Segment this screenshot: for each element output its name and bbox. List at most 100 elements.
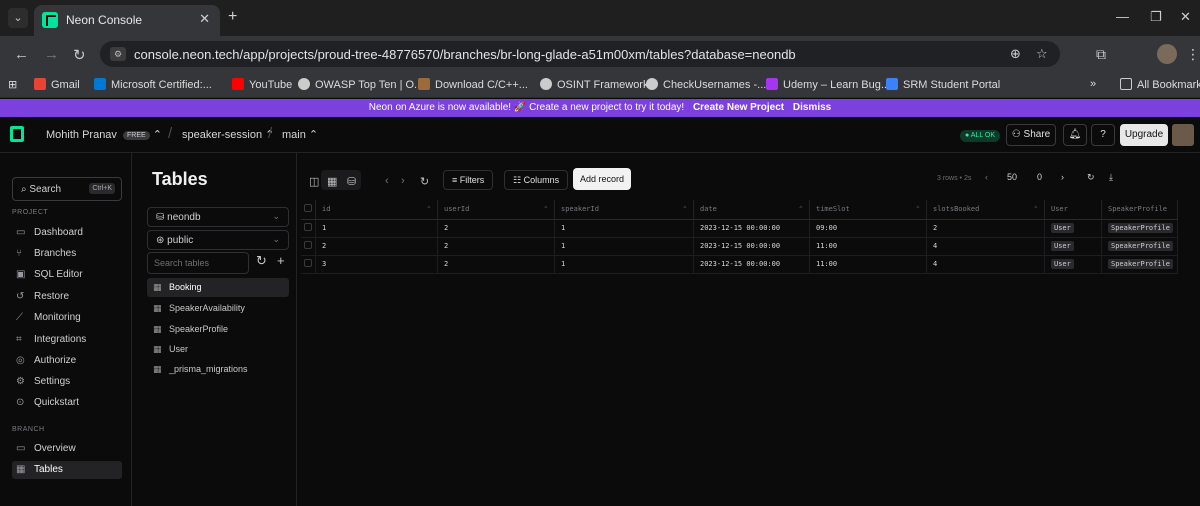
restore-icon[interactable]: ❐ bbox=[1150, 9, 1162, 25]
row-checkbox[interactable] bbox=[304, 241, 312, 249]
close-window-icon[interactable]: ✕ bbox=[1180, 9, 1191, 25]
grid-view-icon[interactable]: ▦ bbox=[327, 175, 337, 188]
cell-speakerid[interactable]: 1 bbox=[554, 255, 694, 274]
row-select-cell[interactable] bbox=[301, 219, 316, 238]
sidebar-item-restore[interactable]: ↺ Restore bbox=[12, 288, 122, 306]
browser-tab[interactable]: Neon Console ✕ bbox=[34, 5, 220, 36]
add-table-icon[interactable]: + bbox=[277, 253, 285, 268]
user-relation-link[interactable]: User bbox=[1051, 223, 1074, 233]
reload-grid-icon[interactable]: ↻ bbox=[1087, 172, 1095, 183]
url-text[interactable]: console.neon.tech/app/projects/proud-tre… bbox=[134, 47, 796, 62]
row-checkbox[interactable] bbox=[304, 259, 312, 267]
tab-close-icon[interactable]: ✕ bbox=[199, 11, 210, 27]
sort-icon[interactable]: ⌃ bbox=[916, 205, 920, 213]
bookmark-download-cpp[interactable]: Download C/C++... bbox=[418, 78, 528, 91]
all-bookmarks-folder[interactable]: All Bookmarks bbox=[1120, 78, 1200, 91]
cell-speakerid[interactable]: 1 bbox=[554, 219, 694, 238]
speakerprofile-relation-link[interactable]: SpeakerProfile bbox=[1108, 259, 1174, 269]
speakerprofile-relation-link[interactable]: SpeakerProfile bbox=[1108, 241, 1174, 251]
create-new-project-link[interactable]: Create New Project bbox=[693, 102, 784, 113]
bookmark-microsoft[interactable]: Microsoft Certified:... bbox=[94, 78, 212, 91]
table-item-prisma-migrations[interactable]: ▦ _prisma_migrations bbox=[147, 360, 289, 379]
forward-icon[interactable]: → bbox=[44, 46, 59, 63]
browser-menu-icon[interactable]: ⋮ bbox=[1186, 46, 1200, 63]
org-switcher[interactable]: Mohith Pranav FREE ⌃ bbox=[46, 128, 162, 141]
cell-date[interactable]: 2023-12-15 00:00:00 bbox=[693, 219, 810, 238]
table-row[interactable]: 1 2 1 2023-12-15 00:00:00 09:00 2 User S… bbox=[301, 219, 1178, 238]
column-header-date[interactable]: date ⌃ bbox=[693, 200, 810, 220]
bookmark-owasp[interactable]: OWASP Top Ten | O... bbox=[298, 78, 423, 91]
bookmark-udemy[interactable]: Udemy – Learn Bug... bbox=[766, 78, 890, 91]
browser-profile-avatar[interactable] bbox=[1157, 44, 1177, 64]
toggle-sidebar-icon[interactable]: ◫ bbox=[309, 175, 319, 188]
download-icon[interactable]: ⤓ bbox=[1109, 172, 1113, 183]
cell-slotsbooked[interactable]: 4 bbox=[926, 255, 1045, 274]
sidebar-item-integrations[interactable]: ⌗ Integrations bbox=[12, 331, 122, 349]
cell-userid[interactable]: 2 bbox=[437, 237, 555, 256]
columns-button[interactable]: ☷ Columns bbox=[504, 170, 569, 190]
refresh-data-icon[interactable]: ↻ bbox=[420, 175, 429, 188]
table-item-booking[interactable]: ▦ Booking bbox=[147, 278, 289, 297]
sidebar-item-monitoring[interactable]: ⟋ Monitoring bbox=[12, 309, 122, 327]
bookmark-srm[interactable]: SRM Student Portal bbox=[886, 78, 1000, 91]
sort-icon[interactable]: ⌃ bbox=[544, 205, 548, 213]
bookmark-youtube[interactable]: YouTube bbox=[232, 78, 292, 91]
table-item-speakerprofile[interactable]: ▦ SpeakerProfile bbox=[147, 320, 289, 339]
previous-icon[interactable]: ‹ bbox=[385, 175, 389, 187]
notifications-bell-icon[interactable]: 🔔︎ bbox=[1063, 124, 1087, 146]
cell-slotsbooked[interactable]: 4 bbox=[926, 237, 1045, 256]
back-icon[interactable]: ← bbox=[14, 46, 29, 63]
bookmark-checkusernames[interactable]: CheckUsernames -... bbox=[646, 78, 766, 91]
branch-switcher[interactable]: main ⌃ bbox=[282, 128, 318, 141]
table-row[interactable]: 3 2 1 2023-12-15 00:00:00 11:00 4 User S… bbox=[301, 255, 1178, 274]
next-icon[interactable]: › bbox=[401, 175, 405, 187]
omnibox[interactable]: ⚙ console.neon.tech/app/projects/proud-t… bbox=[100, 41, 1060, 67]
page-prev-icon[interactable]: ‹ bbox=[985, 172, 988, 182]
speakerprofile-relation-link[interactable]: SpeakerProfile bbox=[1108, 223, 1174, 233]
column-header-slotsbooked[interactable]: slotsBooked ⌃ bbox=[926, 200, 1045, 220]
bookmark-gmail[interactable]: Gmail bbox=[34, 78, 80, 91]
column-header-userid[interactable]: userId ⌃ bbox=[437, 200, 555, 220]
share-button[interactable]: ⚇ Share bbox=[1006, 124, 1056, 146]
site-info-icon[interactable]: ⚙ bbox=[110, 47, 126, 61]
page-next-icon[interactable]: › bbox=[1061, 172, 1064, 182]
status-badge[interactable]: ● ALL OK bbox=[960, 130, 1001, 142]
row-select-cell[interactable] bbox=[301, 237, 316, 256]
sort-icon[interactable]: ⌃ bbox=[683, 205, 687, 213]
page-number-input[interactable]: 0 bbox=[1037, 172, 1042, 182]
cell-timeslot[interactable]: 11:00 bbox=[809, 255, 927, 274]
schema-view-icon[interactable]: ⛁ bbox=[347, 175, 356, 188]
sort-icon[interactable]: ⌃ bbox=[799, 205, 803, 213]
row-select-cell[interactable] bbox=[301, 255, 316, 274]
sidebar-item-authorize[interactable]: ◎ Authorize bbox=[12, 352, 122, 370]
zoom-icon[interactable]: ⊕ bbox=[1010, 46, 1021, 62]
neon-logo-icon[interactable] bbox=[10, 126, 24, 142]
select-all-cell[interactable] bbox=[301, 200, 316, 220]
column-header-id[interactable]: id ⌃ bbox=[315, 200, 438, 220]
cell-speakerid[interactable]: 1 bbox=[554, 237, 694, 256]
dismiss-banner-link[interactable]: Dismiss bbox=[793, 102, 831, 113]
minimize-icon[interactable]: — bbox=[1116, 9, 1129, 24]
upgrade-button[interactable]: Upgrade bbox=[1120, 124, 1168, 146]
schema-select[interactable]: ⊛ public ⌄ bbox=[147, 230, 289, 250]
cell-id[interactable]: 1 bbox=[315, 219, 438, 238]
global-search-button[interactable]: ⌕ Search Ctrl+K bbox=[12, 177, 122, 201]
avatar[interactable] bbox=[1172, 124, 1194, 146]
select-all-checkbox[interactable] bbox=[304, 204, 312, 213]
column-header-speakerprofile[interactable]: SpeakerProfile bbox=[1101, 200, 1178, 220]
sort-icon[interactable]: ⌃ bbox=[1034, 205, 1038, 213]
sidebar-item-tables[interactable]: ▦ Tables bbox=[12, 461, 122, 479]
cell-date[interactable]: 2023-12-15 00:00:00 bbox=[693, 237, 810, 256]
user-relation-link[interactable]: User bbox=[1051, 259, 1074, 269]
user-relation-link[interactable]: User bbox=[1051, 241, 1074, 251]
sidebar-item-settings[interactable]: ⚙ Settings bbox=[12, 373, 122, 391]
cell-date[interactable]: 2023-12-15 00:00:00 bbox=[693, 255, 810, 274]
bookmark-osint[interactable]: OSINT Framework bbox=[540, 78, 648, 91]
filters-button[interactable]: ≡ Filters bbox=[443, 170, 494, 190]
cell-userid[interactable]: 2 bbox=[437, 255, 555, 274]
table-row[interactable]: 2 2 1 2023-12-15 00:00:00 11:00 4 User S… bbox=[301, 237, 1178, 256]
apps-grid-icon[interactable]: ⊞ bbox=[8, 78, 17, 91]
extensions-icon[interactable]: ⧉ bbox=[1096, 46, 1106, 63]
page-size-input[interactable]: 50 bbox=[1007, 172, 1017, 182]
cell-slotsbooked[interactable]: 2 bbox=[926, 219, 1045, 238]
